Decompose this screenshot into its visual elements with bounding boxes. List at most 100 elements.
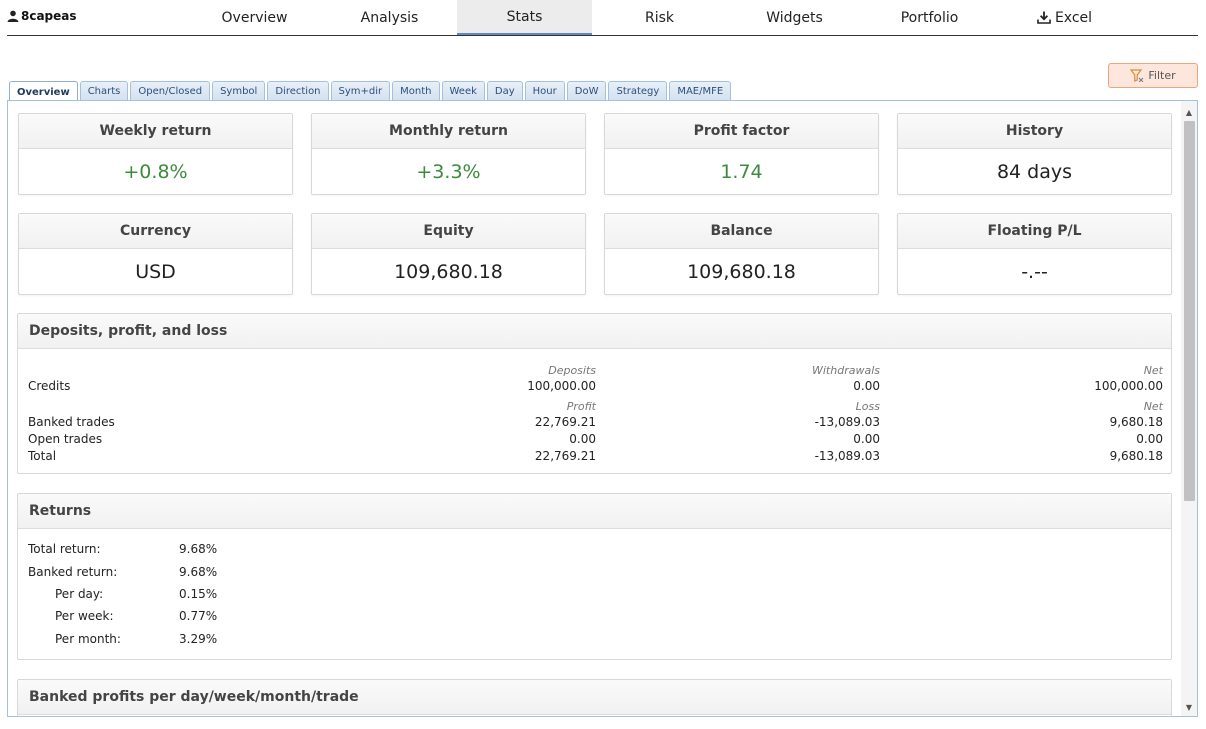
top-navigation: 8capeas Overview Analysis Stats Risk Wid… [7,0,1198,36]
card-value: USD [135,261,176,283]
col-caption-net: Net [1143,364,1163,377]
section-title: Returns [18,494,1171,529]
card-value: 84 days [996,161,1073,183]
col-caption-deposits: Deposits [548,364,596,377]
filter-label: Filter [1148,69,1176,82]
total-net: 9,680.18 [1109,449,1163,463]
banked-loss: -13,089.03 [814,415,880,429]
card-title: Currency [19,214,292,249]
open-profit: 0.00 [569,432,596,446]
overview-panel: Weekly return +0.8% Monthly return +3.3%… [7,100,1198,717]
returns-list: Total return: 9.68% Banked return: 9.68%… [18,529,1171,658]
scroll-up-icon[interactable]: ▲ [1181,105,1197,119]
section-title: Banked profits per day/week/month/trade [18,680,1171,715]
total-profit: 22,769.21 [534,449,596,463]
card-title: History [898,114,1171,149]
download-icon [1037,11,1051,24]
scroll-thumb[interactable] [1184,121,1195,501]
returns-value: 0.15% [179,587,218,601]
deposits-section: Deposits, profit, and loss Deposits With… [17,313,1172,474]
open-net: 0.00 [1136,432,1163,446]
nav-risk-label: Risk [644,9,675,26]
tab-charts[interactable]: Charts [79,81,129,101]
credits-withdrawals: 0.00 [853,379,880,393]
card-title: Monthly return [312,114,585,149]
nav-analysis[interactable]: Analysis [322,0,457,35]
deposits-table: Deposits Withdrawals Net Credits 100,000… [18,349,1171,474]
tab-sym-dir[interactable]: Sym+dir [330,81,391,101]
card-title: Floating P/L [898,214,1171,249]
nav-portfolio[interactable]: Portfolio [862,0,997,35]
nav-excel[interactable]: Excel [997,0,1132,35]
banked-net: 9,680.18 [1109,415,1163,429]
tab-mae-mfe[interactable]: MAE/MFE [669,81,732,101]
account-menu[interactable]: 8capeas [7,9,77,23]
row-label-total: Total [28,449,57,463]
tab-day[interactable]: Day [486,81,523,101]
nav-stats[interactable]: Stats [457,0,592,35]
row-label-open: Open trades [28,432,103,446]
tab-hour[interactable]: Hour [524,81,565,101]
total-loss: -13,089.03 [814,449,880,463]
nav-stats-label: Stats [506,8,543,25]
tab-week[interactable]: Week [441,81,485,101]
card-value: 109,680.18 [687,261,796,283]
nav-excel-label: Excel [1054,9,1093,26]
filter-icon [1130,69,1144,82]
scroll-down-icon[interactable]: ▼ [1181,700,1197,714]
col-caption-net-2: Net [1143,400,1163,413]
card-value: +0.8% [123,161,188,183]
col-caption-loss: Loss [855,400,880,413]
card-title: Equity [312,214,585,249]
returns-value: 9.68% [179,565,218,579]
banked-profit: 22,769.21 [534,415,596,429]
nav-widgets-label: Widgets [766,9,823,26]
card-title: Balance [605,214,878,249]
nav-analysis-label: Analysis [360,9,419,26]
stats-tabs: Overview Charts Open/Closed Symbol Direc… [9,81,732,102]
returns-label: Per week: [55,609,114,623]
card-value: 1.74 [720,161,763,183]
credits-deposits: 100,000.00 [527,379,596,393]
nav-risk[interactable]: Risk [592,0,727,35]
nav-overview-label: Overview [221,9,288,26]
card-value: 109,680.18 [394,261,503,283]
card-value: -.-- [1021,261,1048,283]
row-label-credits: Credits [28,379,71,393]
tab-dow[interactable]: DoW [566,81,607,101]
returns-label: Per day: [55,587,104,601]
user-icon [7,10,19,22]
tab-strategy[interactable]: Strategy [608,81,668,101]
returns-value: 3.29% [179,632,218,646]
filter-button[interactable]: Filter [1108,63,1198,88]
card-value: +3.3% [416,161,481,183]
equity-card: Equity 109,680.18 [311,213,586,295]
profit-factor-card: Profit factor 1.74 [604,113,879,195]
tab-open-closed[interactable]: Open/Closed [130,81,211,101]
tab-month[interactable]: Month [392,81,440,101]
returns-value: 0.77% [179,609,218,623]
balance-card: Balance 109,680.18 [604,213,879,295]
weekly-return-card: Weekly return +0.8% [18,113,293,195]
vertical-scrollbar[interactable]: ▲ ▼ [1181,101,1197,716]
card-title: Weekly return [19,114,292,149]
monthly-return-card: Monthly return +3.3% [311,113,586,195]
history-card: History 84 days [897,113,1172,195]
open-loss: 0.00 [853,432,880,446]
tab-direction[interactable]: Direction [267,81,329,101]
section-title: Deposits, profit, and loss [18,314,1171,349]
returns-value: 9.68% [179,542,218,556]
returns-section: Returns Total return: 9.68% Banked retur… [17,493,1172,660]
nav-overview[interactable]: Overview [187,0,322,35]
account-name: 8capeas [21,9,77,23]
col-caption-withdrawals: Withdrawals [812,364,880,377]
card-title: Profit factor [605,114,878,149]
credits-net: 100,000.00 [1094,379,1163,393]
nav-widgets[interactable]: Widgets [727,0,862,35]
floating-pl-card: Floating P/L -.-- [897,213,1172,295]
tab-overview[interactable]: Overview [9,81,78,102]
row-label-banked: Banked trades [28,415,115,429]
returns-label: Per month: [55,632,121,646]
returns-label: Total return: [28,542,101,556]
tab-symbol[interactable]: Symbol [212,81,266,101]
